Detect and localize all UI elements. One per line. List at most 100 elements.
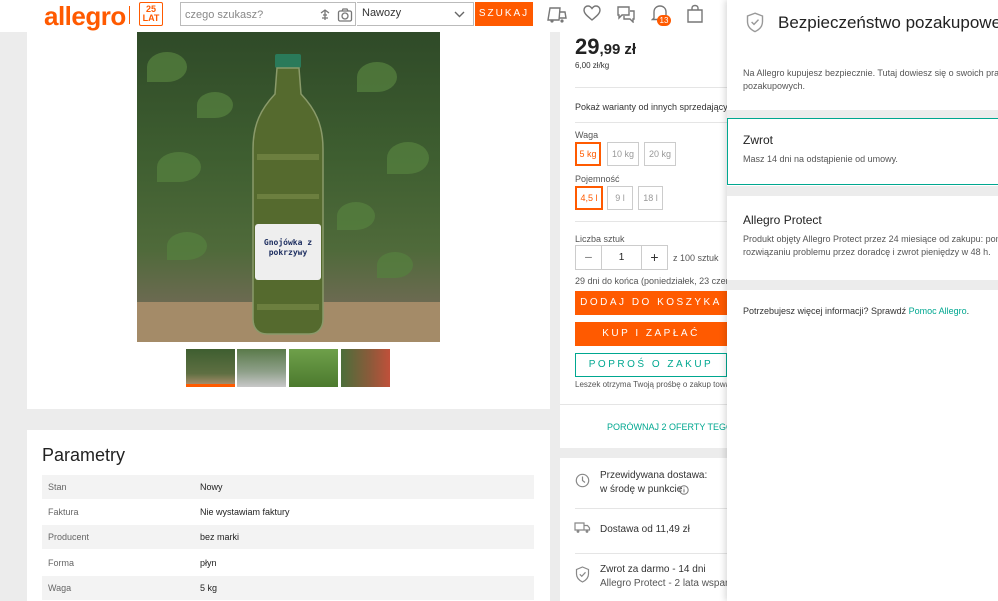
buy-now-button[interactable]: KUP I ZAPŁAĆ	[575, 322, 727, 346]
heart-icon[interactable]	[583, 5, 601, 22]
param-row: Stan Nowy	[42, 475, 534, 499]
thumbnail-3[interactable]	[289, 349, 338, 387]
weight-option[interactable]: 10 kg	[607, 142, 639, 166]
returns-section	[727, 118, 998, 185]
param-key: Faktura	[48, 507, 79, 517]
returns-line-2: Allegro Protect - 2 lata wsparcia	[600, 578, 742, 589]
divider	[575, 553, 727, 554]
weight-label: Waga	[575, 130, 599, 140]
shopping-bag-icon[interactable]	[686, 4, 704, 24]
price-currency: zł	[624, 41, 637, 58]
divider	[560, 404, 727, 405]
capacity-option[interactable]: 9 l	[607, 186, 633, 210]
panel-separator	[727, 186, 998, 196]
camera-search-icon[interactable]	[337, 7, 353, 23]
quantity-decrease-button[interactable]: −	[576, 246, 602, 269]
offer-end-text: 29 dni do końca (poniedziałek, 23 czerwc…	[575, 276, 727, 286]
foliage-leaf	[377, 252, 413, 278]
foliage-leaf	[337, 202, 375, 230]
divider	[575, 508, 727, 509]
thumbnail-1[interactable]	[186, 349, 235, 387]
variants-link[interactable]: Pokaż warianty od innych sprzedających	[575, 102, 737, 112]
search-button[interactable]: SZUKAJ	[475, 2, 533, 26]
returns-title: Zwrot	[743, 133, 773, 147]
quantity-stepper: − 1 +	[575, 245, 668, 270]
clock-icon	[575, 473, 590, 488]
returns-text: Masz 14 dni na odstąpienie od umowy.	[743, 154, 898, 164]
help-text: Potrzebujesz więcej informacji? Sprawdź	[743, 306, 907, 316]
delivery-cost[interactable]: Dostawa od 11,49 zł	[600, 524, 690, 535]
capacity-option[interactable]: 18 l	[638, 186, 663, 210]
protect-text: Produkt objęty Allegro Protect przez 24 …	[743, 234, 998, 257]
foliage-leaf	[167, 232, 207, 260]
param-value-link[interactable]: płyn	[200, 558, 217, 568]
shield-check-icon	[746, 12, 764, 33]
help-link[interactable]: Pomoc Allegro	[909, 306, 967, 316]
weight-option[interactable]: 5 kg	[575, 142, 601, 166]
ask-purchase-button[interactable]: POPROŚ O ZAKUP	[575, 353, 727, 377]
voice-search-icon[interactable]	[317, 7, 333, 23]
capacity-option[interactable]: 4,5 l	[575, 186, 603, 210]
panel-separator	[727, 280, 998, 290]
help-line: Potrzebujesz więcej informacji? Sprawdź …	[743, 305, 998, 318]
search-input[interactable]	[185, 7, 305, 23]
param-row: Faktura Nie wystawiam faktury	[42, 500, 534, 524]
bottle-image	[252, 54, 324, 335]
divider	[575, 122, 727, 123]
help-period: .	[966, 306, 970, 316]
seller-note: Leszek otrzyma Twoją prośbę o zakup towa…	[575, 380, 727, 389]
weight-option[interactable]: 20 kg	[644, 142, 676, 166]
panel-title: Bezpieczeństwo pozakupowe	[778, 13, 998, 32]
panel-separator	[727, 110, 998, 118]
quantity-increase-button[interactable]: +	[641, 246, 667, 269]
anniversary-badge: 25 LAT	[139, 2, 163, 26]
thumbnail-2[interactable]	[237, 349, 286, 387]
quantity-available: z 100 sztuk	[673, 253, 719, 263]
param-row: Waga 5 kg	[42, 576, 534, 600]
divider	[575, 221, 727, 222]
price: 29,99 zł	[575, 34, 636, 60]
param-value: Nowy	[200, 482, 223, 492]
unit-price: 6,00 zł/kg	[575, 61, 610, 70]
param-key: Producent	[48, 532, 90, 542]
protect-title: Allegro Protect	[743, 213, 822, 227]
price-main: 29	[575, 34, 600, 59]
foliage-leaf	[147, 52, 187, 82]
quantity-label: Liczba sztuk	[575, 234, 625, 244]
returns-line-1: Zwrot za darmo - 14 dni	[600, 564, 706, 575]
param-row: Forma płyn	[42, 551, 534, 575]
param-key: Stan	[48, 482, 67, 492]
delivery-label: Przewidywana dostawa:	[600, 470, 708, 481]
search-box	[180, 2, 356, 26]
thumbnail-4[interactable]	[341, 349, 390, 387]
category-select-value: Nawozy	[362, 7, 402, 19]
capacity-label: Pojemność	[575, 174, 620, 184]
compare-offers-link[interactable]: PORÓWNAJ 2 OFERTY TEGO PRODUKTU	[607, 422, 727, 432]
logo-separator	[129, 6, 130, 24]
param-value: Nie wystawiam faktury	[200, 507, 290, 517]
info-icon[interactable]	[679, 485, 689, 495]
bottle-label: Gnojówka z pokrzywy	[255, 224, 321, 280]
delivery-value: w środę w punkcie	[600, 484, 683, 495]
notifications-badge: 13	[657, 15, 671, 26]
param-value: 5 kg	[200, 583, 218, 593]
param-row: Producent bez marki	[42, 525, 534, 549]
foliage-leaf	[197, 92, 233, 118]
add-to-cart-button[interactable]: DODAJ DO KOSZYKA	[575, 291, 727, 315]
category-select[interactable]: Nawozy	[357, 2, 474, 26]
allegro-logo[interactable]: allegro	[44, 1, 126, 32]
panel-intro: Na Allegro kupujesz bezpiecznie. Tutaj d…	[743, 68, 998, 91]
truck-icon	[574, 522, 591, 533]
quantity-input[interactable]: 1	[602, 246, 641, 269]
foliage-leaf	[357, 62, 397, 92]
product-main-image[interactable]: Gnojówka z pokrzywy	[137, 32, 440, 342]
param-value-link[interactable]: bez marki	[200, 532, 239, 542]
post-purchase-security-panel: Bezpieczeństwo pozakupowe Na Allegro kup…	[727, 0, 998, 601]
price-cents: ,99	[599, 41, 621, 58]
cart-truck-icon[interactable]	[546, 4, 568, 24]
divider	[575, 87, 727, 88]
parameters-title: Parametry	[42, 445, 126, 465]
foliage-leaf	[387, 142, 429, 174]
messages-icon[interactable]	[616, 5, 636, 23]
shield-icon	[575, 566, 590, 583]
